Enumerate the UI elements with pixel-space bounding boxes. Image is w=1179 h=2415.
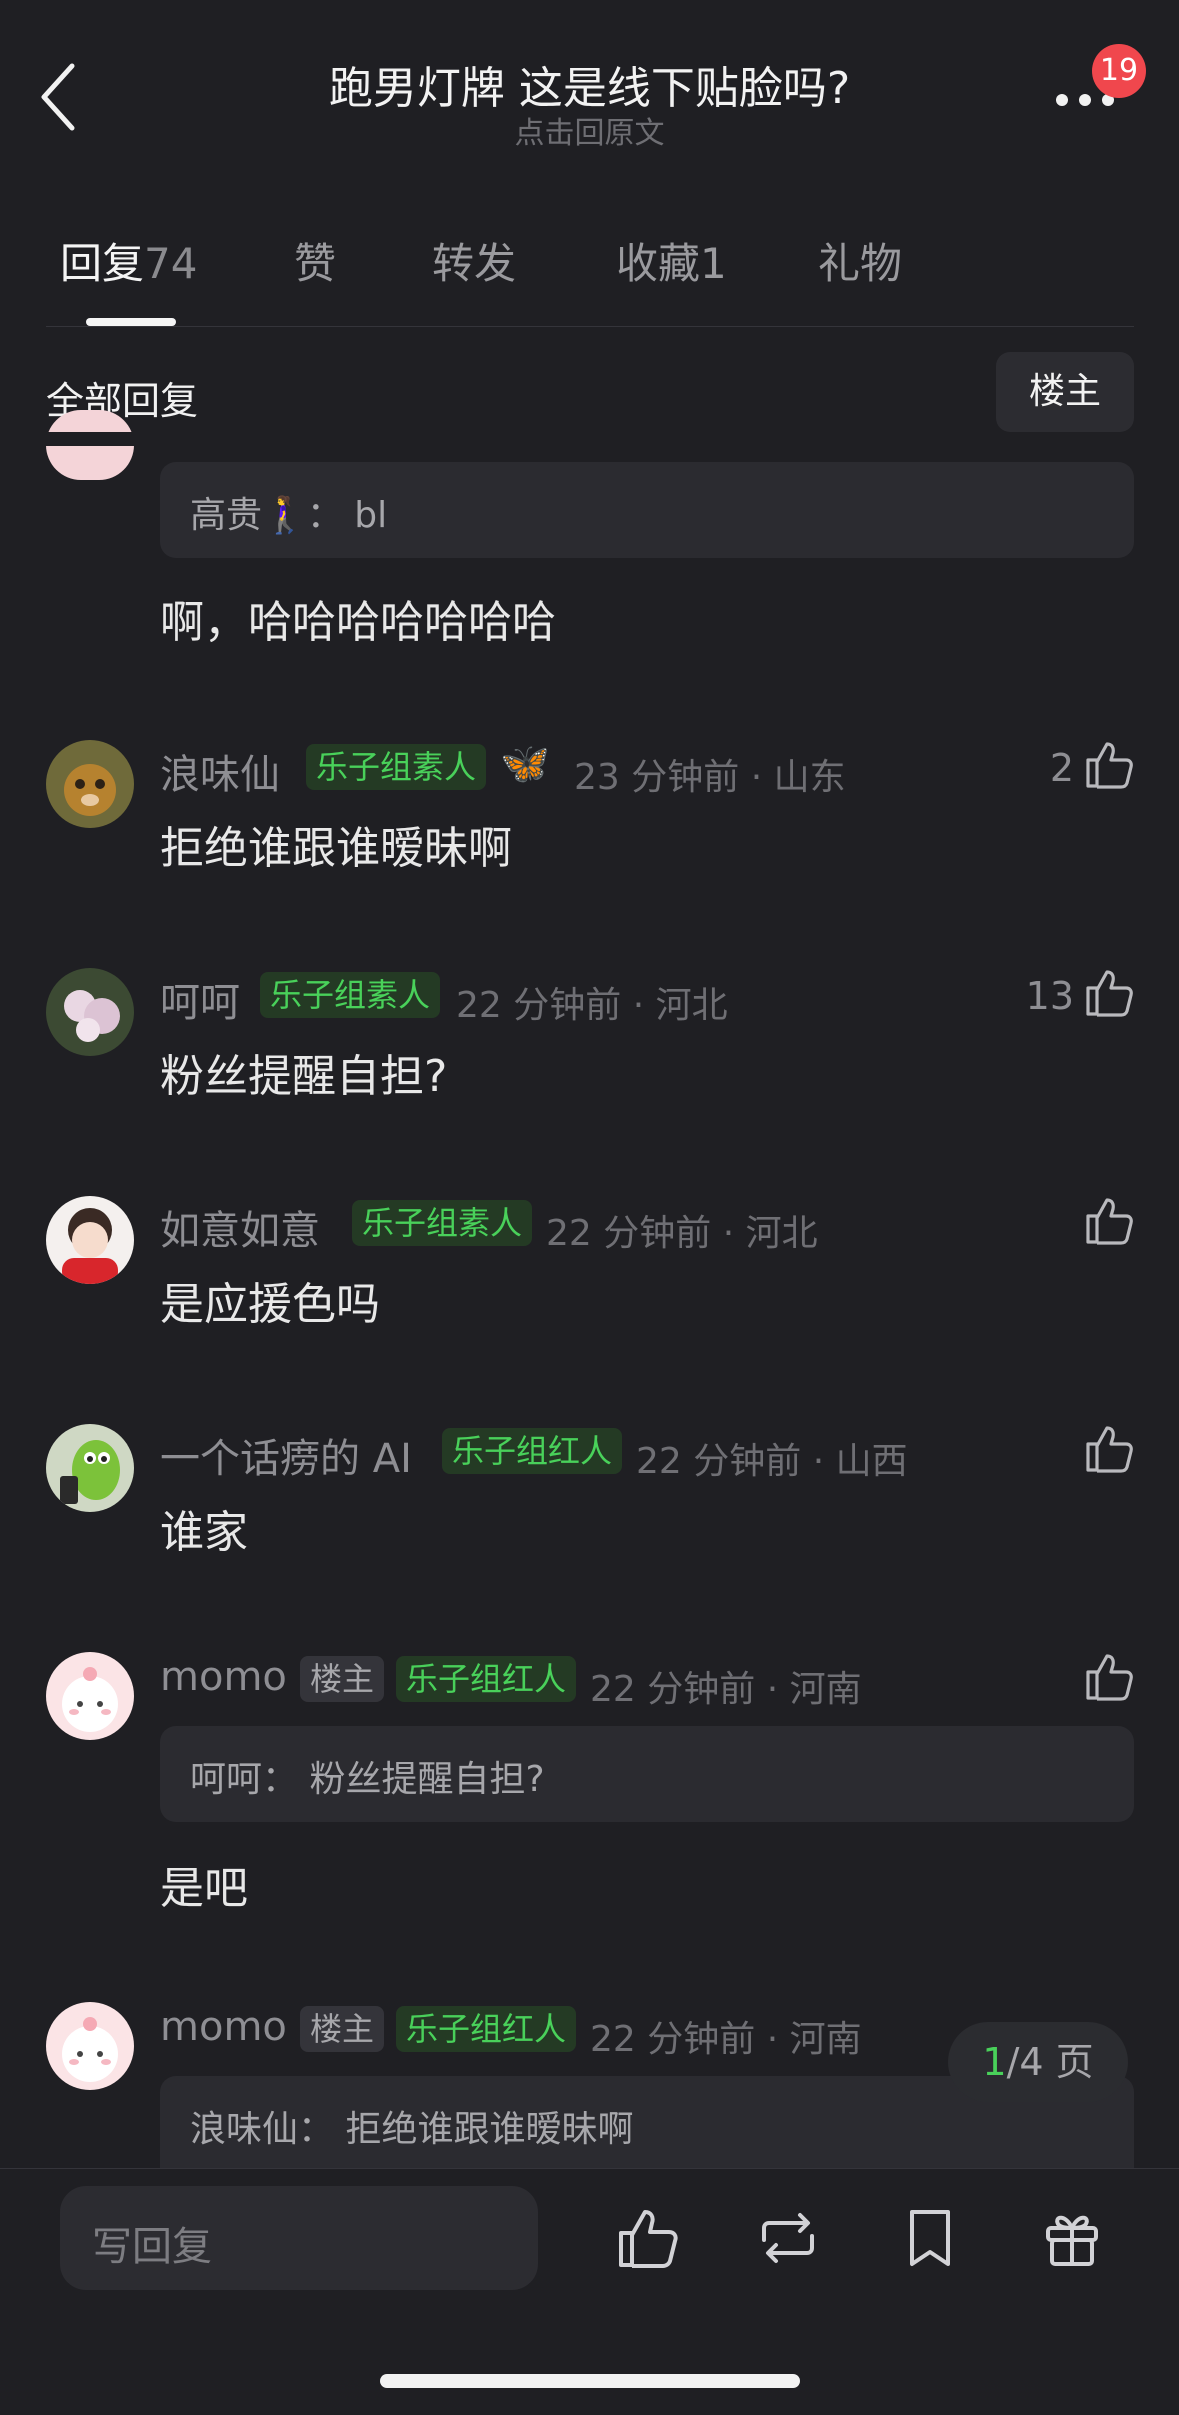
comment-text: 是应援色吗: [160, 1279, 380, 1330]
reply-input[interactable]: 写回复: [60, 2186, 538, 2290]
group-tag: 乐子组红人: [442, 1428, 623, 1474]
thumbs-up-icon: [1086, 1198, 1133, 1245]
page-title[interactable]: 跑男灯牌 这是线下贴脸吗?: [0, 52, 1179, 116]
avatar[interactable]: [46, 1652, 134, 1740]
active-tab-indicator: [86, 318, 176, 326]
avatar[interactable]: [46, 1424, 134, 1512]
thumbs-up-icon: [619, 2210, 678, 2268]
group-tag: 乐子组红人: [396, 2006, 577, 2052]
repost-icon: [762, 2213, 814, 2263]
op-only-filter-button[interactable]: 楼主: [996, 352, 1134, 432]
comment-time-location: 23 分钟前 · 山东: [574, 757, 846, 798]
group-tag: 乐子组素人: [306, 744, 487, 790]
commenter-name[interactable]: momo: [160, 1654, 287, 1700]
tab-label: 转发: [432, 239, 517, 288]
tab-label: 回复: [60, 239, 145, 288]
avatar[interactable]: [46, 1196, 134, 1284]
bookmark-button[interactable]: [898, 2206, 962, 2270]
page-indicator[interactable]: 1/4 页: [948, 2022, 1128, 2102]
tab-favorites[interactable]: 收藏1: [616, 230, 727, 291]
comment-text: 谁家: [160, 1507, 248, 1558]
commenter-name[interactable]: 呵呵: [160, 970, 240, 1028]
current-page: 1: [982, 2040, 1007, 2084]
group-tag: 乐子组素人: [352, 1200, 533, 1246]
notification-badge: 19: [1092, 44, 1146, 98]
tab-reposts[interactable]: 转发: [432, 230, 516, 291]
tab-replies[interactable]: 回复74: [60, 230, 197, 291]
thumbs-up-icon: [1086, 970, 1133, 1017]
butterfly-emoji: 🦋: [500, 741, 550, 787]
tab-likes[interactable]: 赞: [294, 230, 336, 291]
tab-label: 收藏: [616, 239, 701, 288]
like-count: 13: [1025, 974, 1074, 1018]
tab-gifts[interactable]: 礼物: [818, 230, 902, 291]
group-tag: 乐子组红人: [396, 1656, 577, 1702]
like-button[interactable]: [1084, 1650, 1136, 1702]
divider: [46, 326, 1134, 327]
comment-time-location: 22 分钟前 · 河北: [546, 1213, 818, 1254]
home-indicator[interactable]: [380, 2374, 800, 2388]
gift-button[interactable]: [1040, 2206, 1104, 2270]
like-button[interactable]: [1084, 1422, 1136, 1474]
commenter-name[interactable]: 浪味仙: [160, 742, 280, 800]
thumbs-up-icon: [1086, 1426, 1133, 1473]
like-button[interactable]: [1084, 1194, 1136, 1246]
back-to-original-link[interactable]: 点击回原文: [0, 108, 1179, 152]
tab-count: 74: [144, 239, 198, 288]
tab-label: 赞: [294, 239, 337, 288]
quoted-reply[interactable]: 高贵🚶‍♀️： bl: [160, 462, 1134, 558]
commenter-name[interactable]: momo: [160, 2004, 287, 2050]
tab-label: 礼物: [818, 239, 903, 288]
comment-time-location: 22 分钟前 · 山西: [636, 1441, 908, 1482]
op-tag: 楼主: [300, 2006, 385, 2052]
divider: [0, 2168, 1179, 2169]
comment-time-location: 22 分钟前 · 河南: [590, 1669, 862, 1710]
total-pages: /4 页: [1006, 2040, 1094, 2084]
avatar[interactable]: [46, 2002, 134, 2090]
like-count: 2: [1049, 746, 1074, 790]
comment-time-location: 22 分钟前 · 河南: [590, 2019, 862, 2060]
bookmark-icon: [910, 2210, 950, 2266]
repost-button[interactable]: [756, 2206, 820, 2270]
comment-text: 啊，哈哈哈哈哈哈哈: [160, 597, 556, 648]
op-tag: 楼主: [300, 1656, 385, 1702]
scroll-mask: [0, 432, 1179, 446]
thumbs-up-icon: [1086, 742, 1133, 789]
group-tag: 乐子组素人: [260, 972, 441, 1018]
thumbs-up-icon: [1086, 1654, 1133, 1701]
gift-icon: [1046, 2215, 1098, 2266]
avatar[interactable]: [46, 968, 134, 1056]
like-post-button[interactable]: [616, 2206, 680, 2270]
comment-text: 拒绝谁跟谁暧昧啊: [160, 823, 512, 874]
like-button[interactable]: [1084, 966, 1136, 1018]
avatar[interactable]: [46, 740, 134, 828]
commenter-name[interactable]: 一个话痨的 AI: [160, 1426, 412, 1484]
quoted-reply[interactable]: 呵呵： 粉丝提醒自担?: [160, 1726, 1134, 1822]
comment-time-location: 22 分钟前 · 河北: [456, 985, 728, 1026]
comment-text: 粉丝提醒自担?: [160, 1051, 448, 1102]
like-button[interactable]: [1084, 738, 1136, 790]
tab-count: 1: [700, 239, 727, 288]
comment-text: 是吧: [160, 1863, 248, 1914]
commenter-name[interactable]: 如意如意: [160, 1198, 320, 1256]
